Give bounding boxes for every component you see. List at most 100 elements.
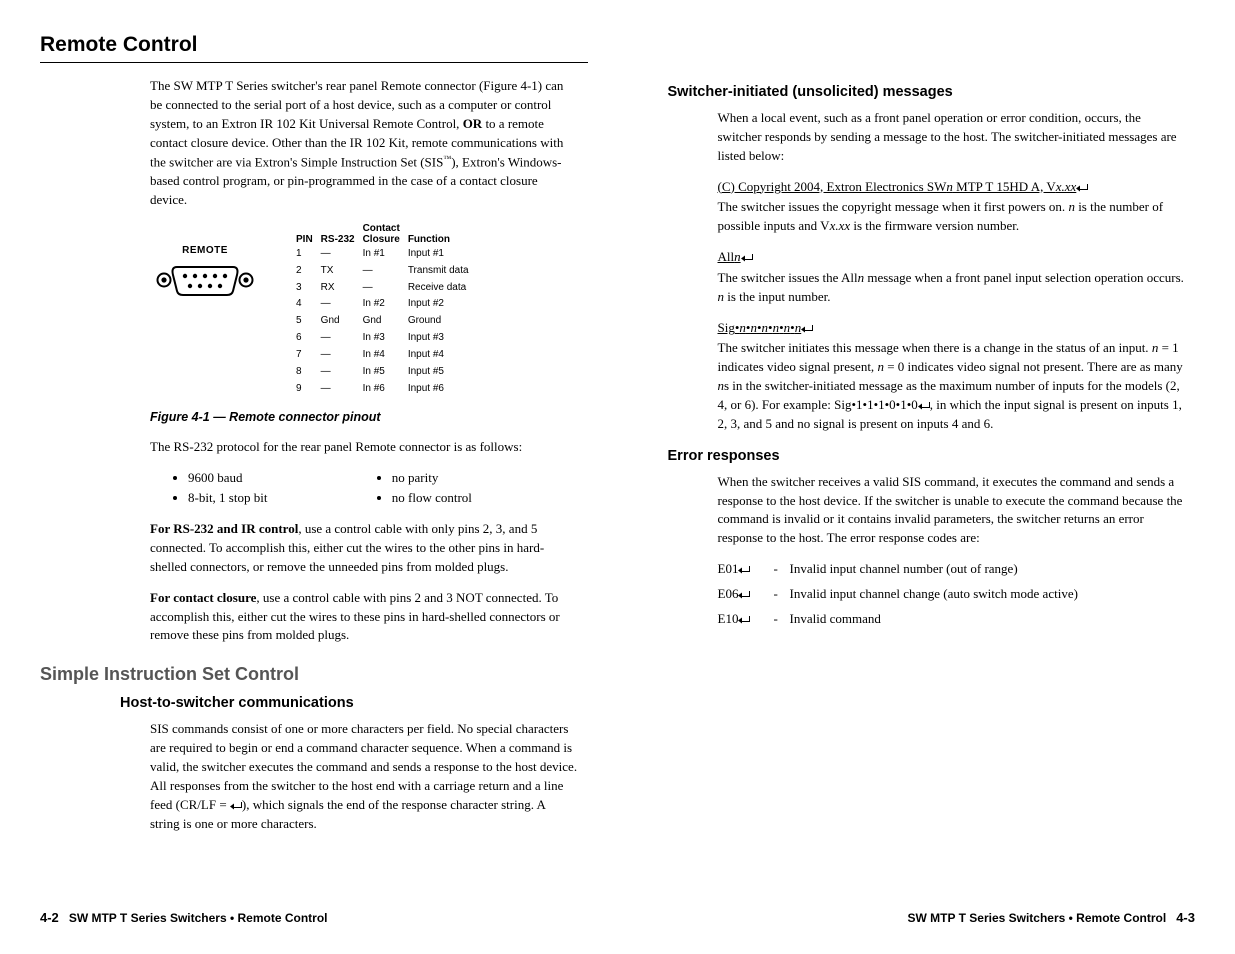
- sis-block: SIS commands consist of one or more char…: [150, 720, 578, 833]
- error-block: When the switcher receives a valid SIS c…: [718, 473, 1186, 629]
- protocol-intro: The RS-232 protocol for the rear panel R…: [150, 438, 578, 457]
- cell: —: [321, 347, 363, 364]
- crlf-icon: [741, 253, 753, 262]
- table-row: 6—In #3Input #3: [296, 330, 477, 347]
- error-text: Invalid command: [790, 610, 1186, 629]
- copyright-message: (C) Copyright 2004, Extron Electronics S…: [718, 178, 1186, 197]
- error-heading: Error responses: [668, 446, 1196, 467]
- error-code: E10: [718, 610, 774, 629]
- cell: Gnd: [363, 313, 408, 330]
- cell: —: [321, 364, 363, 381]
- cell: Input #5: [408, 364, 477, 381]
- page-right: Switcher-initiated (unsolicited) message…: [618, 0, 1235, 954]
- cell: —: [363, 279, 408, 296]
- crlf-icon: [801, 324, 813, 333]
- footer-title: SW MTP T Series Switchers • Remote Contr…: [907, 911, 1166, 925]
- list-item: 8-bit, 1 stop bit: [188, 489, 374, 508]
- crlf-icon: [1076, 183, 1088, 192]
- cell: In #5: [363, 364, 408, 381]
- page-left: Remote Control The SW MTP T Series switc…: [0, 0, 618, 954]
- unsolicited-intro: When a local event, such as a front pane…: [718, 109, 1186, 166]
- table-row: 1—In #1Input #1: [296, 246, 477, 263]
- cell: In #6: [363, 381, 408, 398]
- remote-label: REMOTE: [150, 244, 260, 259]
- figure-caption: Figure 4-1 — Remote connector pinout: [150, 408, 588, 426]
- cell: 3: [296, 279, 321, 296]
- cell: 4: [296, 296, 321, 313]
- cell: —: [363, 263, 408, 280]
- page-title: Remote Control: [40, 30, 588, 60]
- connector-diagram: REMOTE: [150, 244, 260, 305]
- intro-block: The SW MTP T Series switcher's rear pane…: [150, 77, 578, 209]
- sig-message: Sig•n•n•n•n•n•n: [718, 319, 1186, 338]
- table-row: 3RX—Receive data: [296, 279, 477, 296]
- error-code: E06: [718, 585, 774, 604]
- sis-heading: Simple Instruction Set Control: [40, 661, 588, 687]
- unsolicited-heading: Switcher-initiated (unsolicited) message…: [668, 82, 1196, 103]
- copyright-desc: The switcher issues the copyright messag…: [718, 198, 1186, 236]
- page-number: 4-3: [1176, 910, 1195, 925]
- table-row: 5GndGndGround: [296, 313, 477, 330]
- dash: -: [774, 560, 790, 579]
- col-rs232: RS-232: [321, 222, 363, 246]
- crlf-icon: [230, 801, 242, 810]
- rs232-note: For RS-232 and IR control, use a control…: [150, 520, 578, 577]
- contact-closure-note: For contact closure, use a control cable…: [150, 589, 578, 646]
- sig-desc: The switcher initiates this message when…: [718, 339, 1186, 433]
- cell: 2: [296, 263, 321, 280]
- error-code: E01: [718, 560, 774, 579]
- cell: —: [321, 381, 363, 398]
- footer-right: SW MTP T Series Switchers • Remote Contr…: [907, 909, 1195, 928]
- cell: Input #3: [408, 330, 477, 347]
- dash: -: [774, 585, 790, 604]
- cell: In #4: [363, 347, 408, 364]
- error-list: E01-Invalid input channel number (out of…: [718, 560, 1186, 629]
- cell: Input #4: [408, 347, 477, 364]
- cell: Gnd: [321, 313, 363, 330]
- error-intro: When the switcher receives a valid SIS c…: [718, 473, 1186, 548]
- text-bold: OR: [463, 116, 483, 131]
- cell: 1: [296, 246, 321, 263]
- protocol-list: 9600 baud 8-bit, 1 stop bit no parity no…: [170, 469, 578, 511]
- col-contact: ContactClosure: [363, 222, 408, 246]
- dash: -: [774, 610, 790, 629]
- table-row: 9—In #6Input #6: [296, 381, 477, 398]
- cell: —: [321, 330, 363, 347]
- pinout-figure: REMOTE PIN RS-232: [150, 222, 588, 398]
- intro-paragraph: The SW MTP T Series switcher's rear pane…: [150, 77, 578, 209]
- cell: Transmit data: [408, 263, 477, 280]
- cell: 5: [296, 313, 321, 330]
- table-row: 8—In #5Input #5: [296, 364, 477, 381]
- cell: 9: [296, 381, 321, 398]
- col-pin: PIN: [296, 222, 321, 246]
- cell: TX: [321, 263, 363, 280]
- protocol-block: The RS-232 protocol for the rear panel R…: [150, 438, 578, 646]
- cell: Input #1: [408, 246, 477, 263]
- cell: Ground: [408, 313, 477, 330]
- footer-left: 4-2 SW MTP T Series Switchers • Remote C…: [40, 909, 328, 928]
- all-message: Alln: [718, 248, 1186, 267]
- list-item: no parity: [392, 469, 578, 488]
- sis-paragraph: SIS commands consist of one or more char…: [150, 720, 578, 833]
- table-row: 4—In #2Input #2: [296, 296, 477, 313]
- unsolicited-block: When a local event, such as a front pane…: [718, 109, 1186, 434]
- error-text: Invalid input channel number (out of ran…: [790, 560, 1186, 579]
- crlf-icon: [918, 401, 930, 410]
- list-item: 9600 baud: [188, 469, 374, 488]
- cell: Input #2: [408, 296, 477, 313]
- title-rule: [40, 62, 588, 63]
- page-number: 4-2: [40, 910, 59, 925]
- error-row: E01-Invalid input channel number (out of…: [718, 560, 1186, 579]
- page-spread: Remote Control The SW MTP T Series switc…: [0, 0, 1235, 954]
- cell: 6: [296, 330, 321, 347]
- cell: —: [321, 246, 363, 263]
- cell: In #3: [363, 330, 408, 347]
- cell: —: [321, 296, 363, 313]
- cell: Input #6: [408, 381, 477, 398]
- cell: In #1: [363, 246, 408, 263]
- footer-title: SW MTP T Series Switchers • Remote Contr…: [69, 911, 328, 925]
- cell: In #2: [363, 296, 408, 313]
- cell: Receive data: [408, 279, 477, 296]
- list-item: no flow control: [392, 489, 578, 508]
- error-row: E10-Invalid command: [718, 610, 1186, 629]
